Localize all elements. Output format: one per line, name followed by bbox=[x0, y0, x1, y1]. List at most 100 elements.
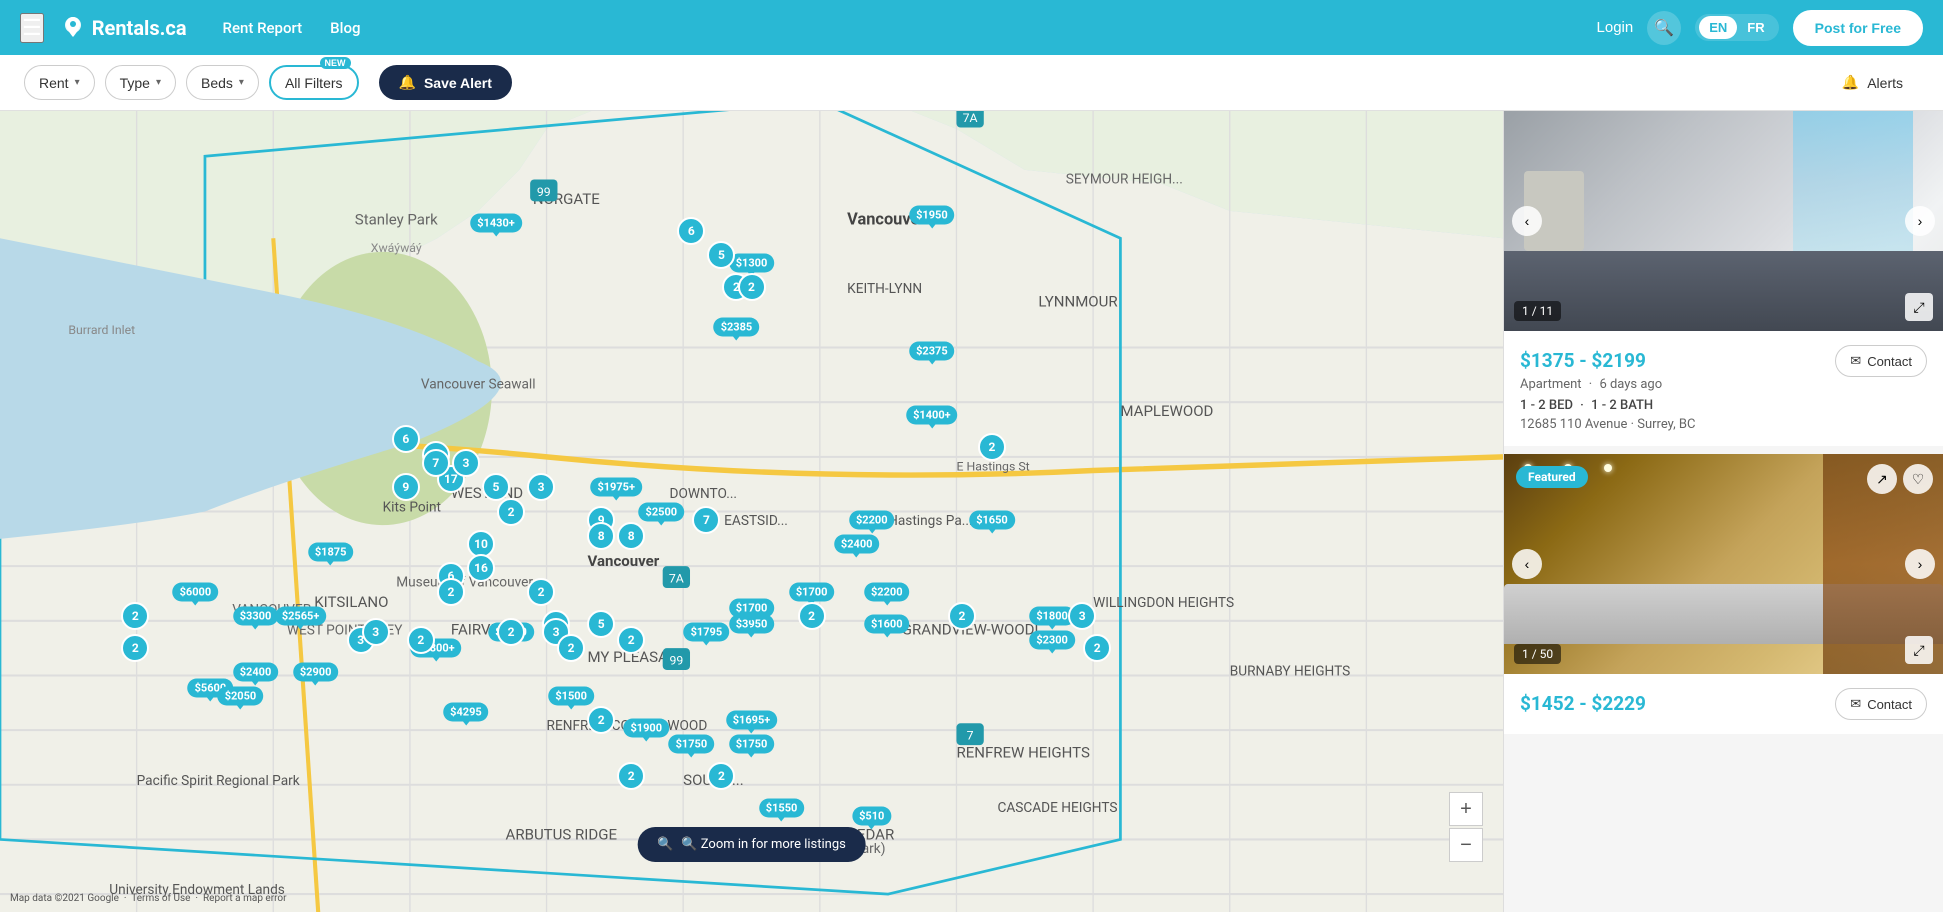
contact-button[interactable]: ✉ Contact bbox=[1835, 345, 1927, 377]
svg-text:WEST END: WEST END bbox=[451, 484, 523, 502]
svg-text:FAIRVIEW: FAIRVIEW bbox=[451, 620, 517, 638]
header-right: Login 🔍 EN FR Post for Free bbox=[1597, 10, 1923, 46]
svg-text:KITSILANO: KITSILANO bbox=[314, 593, 388, 611]
svg-text:E Hastings St: E Hastings St bbox=[956, 461, 1029, 475]
beds-filter[interactable]: Beds ▾ bbox=[186, 65, 259, 100]
listing-posted: 6 days ago bbox=[1599, 377, 1662, 392]
chevron-down-icon: ▾ bbox=[75, 77, 80, 88]
zoom-in-button[interactable]: + bbox=[1449, 792, 1483, 826]
header: ☰ Rentals.ca Rent Report Blog Login 🔍 EN… bbox=[0, 0, 1943, 55]
logo[interactable]: Rentals.ca bbox=[60, 15, 187, 41]
envelope-icon: ✉ bbox=[1850, 696, 1861, 712]
svg-text:99: 99 bbox=[537, 186, 551, 200]
svg-text:KEITH-LYNN: KEITH-LYNN bbox=[847, 281, 922, 297]
listing-info: $1375 - $2199 ✉ Contact Apartment · 6 da… bbox=[1504, 331, 1943, 446]
listing-address: 12685 110 Avenue · Surrey, BC bbox=[1520, 417, 1927, 432]
header-nav: Rent Report Blog bbox=[223, 19, 361, 37]
contact-button[interactable]: ✉ Contact bbox=[1835, 688, 1927, 720]
image-action-buttons: ↗ ♡ bbox=[1867, 464, 1933, 494]
listing-card: Featured ↗ ♡ ‹ › 1 / 50 ⤢ $1452 - $2229 … bbox=[1504, 454, 1943, 734]
listing-baths: 1 - 2 BATH bbox=[1591, 398, 1653, 413]
nav-rent-report[interactable]: Rent Report bbox=[223, 19, 303, 37]
login-button[interactable]: Login bbox=[1597, 19, 1634, 36]
svg-text:RENFREW HEIGHTS: RENFREW HEIGHTS bbox=[956, 743, 1090, 761]
svg-text:7A: 7A bbox=[963, 112, 978, 126]
map-controls: + − bbox=[1449, 792, 1483, 862]
svg-text:99: 99 bbox=[669, 655, 683, 669]
svg-text:GRANDVIEW-WOODL...: GRANDVIEW-WOODL... bbox=[902, 620, 1055, 638]
all-filters-button[interactable]: NEW All Filters bbox=[269, 65, 359, 100]
svg-text:WILLINGDON HEIGHTS: WILLINGDON HEIGHTS bbox=[1093, 595, 1234, 611]
nav-blog[interactable]: Blog bbox=[330, 19, 360, 37]
lang-fr-button[interactable]: FR bbox=[1737, 16, 1774, 39]
terms-of-use-link[interactable]: Terms of Use bbox=[131, 893, 190, 904]
listings-panel: ‹ › 1 / 11 ⤢ $1375 - $2199 ✉ Contact Apa… bbox=[1503, 111, 1943, 912]
listing-price: $1375 - $2199 bbox=[1520, 349, 1646, 372]
map-background: Stanley Park Xwáýwáý Vancouver Seawall B… bbox=[0, 111, 1503, 912]
svg-text:Hastings Pa...: Hastings Pa... bbox=[888, 513, 972, 529]
rent-filter[interactable]: Rent ▾ bbox=[24, 65, 95, 100]
expand-button[interactable]: ⤢ bbox=[1905, 636, 1933, 664]
image-counter: 1 / 50 bbox=[1514, 644, 1561, 664]
type-filter[interactable]: Type ▾ bbox=[105, 65, 176, 100]
svg-text:MAPLEWOOD: MAPLEWOOD bbox=[1120, 402, 1213, 420]
svg-text:7A: 7A bbox=[669, 573, 684, 587]
chevron-down-icon: ▾ bbox=[239, 77, 244, 88]
envelope-icon: ✉ bbox=[1850, 353, 1861, 369]
map-container[interactable]: Stanley Park Xwáýwáý Vancouver Seawall B… bbox=[0, 111, 1503, 912]
lang-en-button[interactable]: EN bbox=[1699, 16, 1737, 39]
alerts-button[interactable]: 🔔 Alerts bbox=[1826, 66, 1919, 99]
filter-group: Rent ▾ Type ▾ Beds ▾ NEW All Filters 🔔 S… bbox=[24, 65, 512, 100]
filter-bar: Rent ▾ Type ▾ Beds ▾ NEW All Filters 🔔 S… bbox=[0, 55, 1943, 111]
svg-text:7: 7 bbox=[967, 730, 974, 744]
listing-info: $1452 - $2229 ✉ Contact bbox=[1504, 674, 1943, 734]
zoom-out-button[interactable]: − bbox=[1449, 828, 1483, 862]
svg-text:Vancouver Seawall: Vancouver Seawall bbox=[421, 377, 536, 393]
svg-text:Museum of Vancouver: Museum of Vancouver bbox=[396, 575, 533, 591]
svg-text:Pacific Spirit Regional Park: Pacific Spirit Regional Park bbox=[137, 773, 300, 789]
svg-text:CASCADE HEIGHTS: CASCADE HEIGHTS bbox=[997, 800, 1117, 816]
image-prev-button[interactable]: ‹ bbox=[1512, 549, 1542, 579]
language-selector: EN FR bbox=[1695, 14, 1778, 41]
svg-text:Vancouver: Vancouver bbox=[847, 211, 925, 230]
search-icon: 🔍 bbox=[657, 837, 673, 852]
listing-image-wrap: Featured ↗ ♡ ‹ › 1 / 50 ⤢ bbox=[1504, 454, 1943, 674]
svg-text:VANCOUVER: VANCOUVER bbox=[232, 602, 311, 618]
bell-outline-icon: 🔔 bbox=[1842, 74, 1859, 91]
map-footer: Map data ©2021 Google · Terms of Use · R… bbox=[10, 893, 286, 904]
listing-top-row: $1452 - $2229 ✉ Contact bbox=[1520, 688, 1927, 720]
search-button[interactable]: 🔍 bbox=[1647, 11, 1681, 45]
bell-icon: 🔔 bbox=[399, 74, 416, 91]
report-error-link[interactable]: Report a map error bbox=[203, 893, 286, 904]
image-next-button[interactable]: › bbox=[1905, 206, 1935, 236]
svg-text:Kits Point: Kits Point bbox=[383, 500, 441, 516]
post-for-free-button[interactable]: Post for Free bbox=[1793, 10, 1923, 46]
listing-card: ‹ › 1 / 11 ⤢ $1375 - $2199 ✉ Contact Apa… bbox=[1504, 111, 1943, 446]
listing-top-row: $1375 - $2199 ✉ Contact bbox=[1520, 345, 1927, 377]
svg-text:Vancouver: Vancouver bbox=[588, 552, 660, 570]
listing-image-wrap: ‹ › 1 / 11 ⤢ bbox=[1504, 111, 1943, 331]
listing-type-row: Apartment · 6 days ago bbox=[1520, 377, 1927, 392]
listing-beds-row: 1 - 2 BED · 1 - 2 BATH bbox=[1520, 398, 1927, 413]
hamburger-button[interactable]: ☰ bbox=[20, 13, 44, 43]
expand-button[interactable]: ⤢ bbox=[1905, 293, 1933, 321]
image-next-button[interactable]: › bbox=[1905, 549, 1935, 579]
svg-text:Stanley Park: Stanley Park bbox=[355, 211, 438, 229]
svg-text:SEYMOUR HEIGH...: SEYMOUR HEIGH... bbox=[1066, 172, 1183, 188]
main-layout: Stanley Park Xwáýwáý Vancouver Seawall B… bbox=[0, 111, 1943, 912]
listing-price: $1452 - $2229 bbox=[1520, 692, 1646, 715]
image-prev-button[interactable]: ‹ bbox=[1512, 206, 1542, 236]
chevron-down-icon: ▾ bbox=[156, 77, 161, 88]
featured-badge: Featured bbox=[1516, 466, 1588, 488]
svg-text:LYNNMOUR: LYNNMOUR bbox=[1038, 293, 1117, 311]
share-button[interactable]: ↗ bbox=[1867, 464, 1897, 494]
listing-type: Apartment bbox=[1520, 377, 1582, 392]
svg-text:ARBUTUS RIDGE: ARBUTUS RIDGE bbox=[506, 825, 618, 843]
favorite-button[interactable]: ♡ bbox=[1903, 464, 1933, 494]
logo-icon bbox=[60, 15, 86, 41]
svg-text:BURNABY HEIGHTS: BURNABY HEIGHTS bbox=[1230, 663, 1351, 679]
svg-text:WEST POINT GREY: WEST POINT GREY bbox=[287, 622, 403, 638]
svg-text:RENFREW-COLLINGWOOD: RENFREW-COLLINGWOOD bbox=[547, 718, 708, 734]
save-alert-button[interactable]: 🔔 Save Alert bbox=[379, 65, 512, 100]
listing-beds: 1 - 2 BED bbox=[1520, 398, 1573, 413]
